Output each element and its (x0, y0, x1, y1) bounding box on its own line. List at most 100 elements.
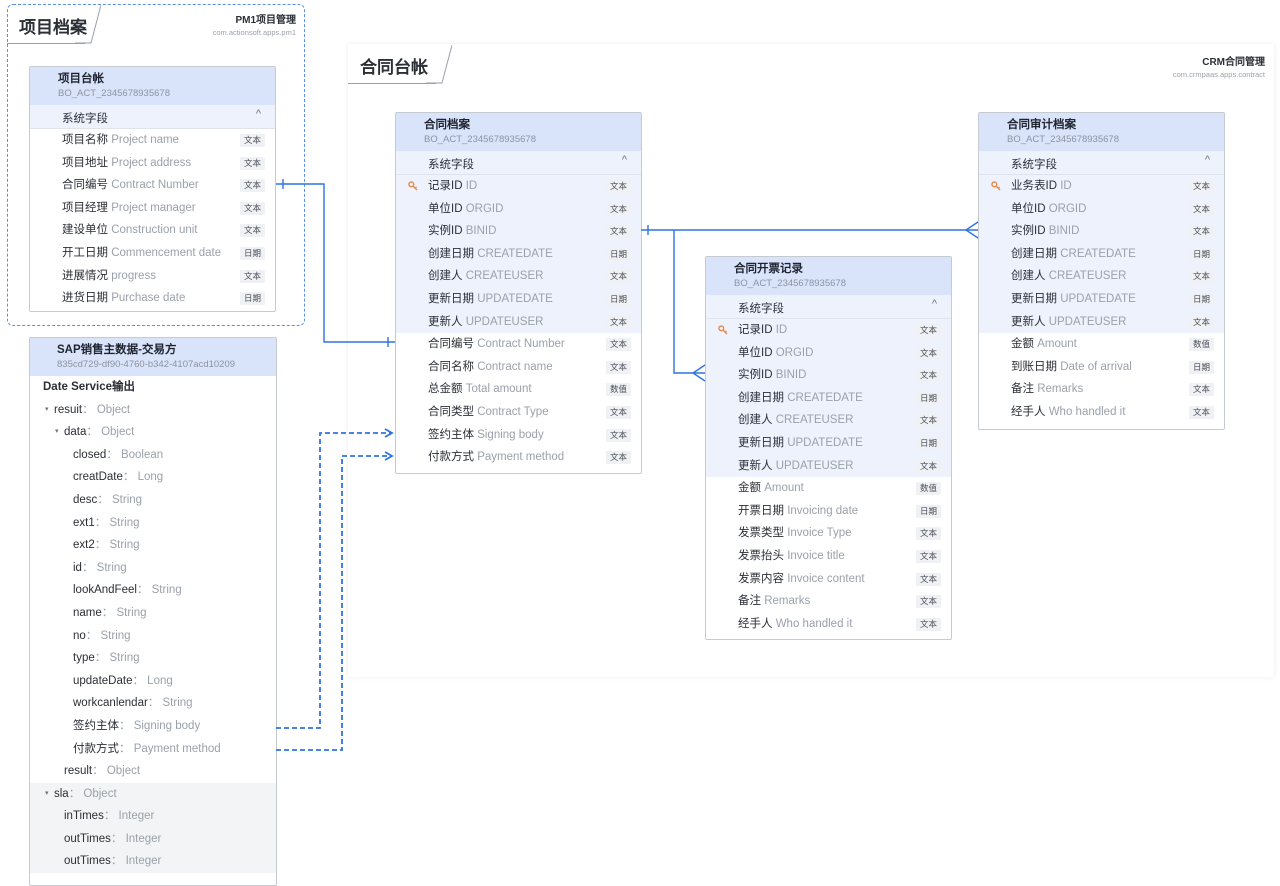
field-row[interactable]: 总金额 Total amount 数值 (396, 378, 641, 401)
tree-node[interactable]: type： String (30, 647, 276, 670)
tree-node-type: String (151, 584, 182, 597)
field-row[interactable]: 创建人 CREATEUSER 文本 (979, 265, 1224, 288)
chevron-up-icon[interactable]: ^ (256, 108, 261, 120)
field-row[interactable]: 开票日期 Invoicing date 日期 (706, 500, 951, 523)
field-row[interactable]: 创建人 CREATEUSER 文本 (396, 265, 641, 288)
field-row[interactable]: 更新人 UPDATEUSER 文本 (396, 310, 641, 334)
field-row[interactable]: 发票抬头 Invoice title 文本 (706, 545, 951, 568)
tree-node[interactable]: ext2： String (30, 534, 276, 557)
tree-node[interactable]: id： String (30, 557, 276, 580)
field-row[interactable]: 项目经理 Project manager 文本 (30, 197, 275, 220)
field-row[interactable]: 创建人 CREATEUSER 文本 (706, 409, 951, 432)
tree-node[interactable]: outTimes： Integer (30, 850, 276, 874)
field-row[interactable]: 发票类型 Invoice Type 文本 (706, 522, 951, 545)
field-row[interactable]: 备注 Remarks 文本 (706, 590, 951, 613)
field-row[interactable]: 合同编号 Contract Number 文本 (30, 174, 275, 197)
system-fields-section[interactable]: 系统字段 ^ (396, 151, 641, 175)
project-ledger-table[interactable]: 项目台帐 BO_ACT_2345678935678 系统字段 ^ 项目名称 Pr… (29, 66, 276, 312)
field-row[interactable]: 项目地址 Project address 文本 (30, 152, 275, 175)
field-row[interactable]: 实例ID BINID 文本 (706, 364, 951, 387)
field-row[interactable]: 经手人 Who handled it 文本 (706, 613, 951, 636)
field-row[interactable]: 创建日期 CREATEDATE 日期 (706, 386, 951, 410)
field-row[interactable]: 业务表ID ID 文本 (979, 175, 1224, 198)
table-header[interactable]: 合同开票记录 BO_ACT_2345678935678 (706, 257, 951, 295)
tree-node[interactable]: updateDate： Long (30, 670, 276, 693)
expand-toggle-icon[interactable]: ▾ (55, 421, 59, 444)
field-row[interactable]: 合同编号 Contract Number 文本 (396, 333, 641, 356)
chevron-up-icon[interactable]: ^ (622, 154, 627, 166)
field-row[interactable]: 合同类型 Contract Type 文本 (396, 401, 641, 424)
field-row[interactable]: 发票内容 Invoice content 文本 (706, 568, 951, 591)
chevron-up-icon[interactable]: ^ (932, 298, 937, 310)
field-row[interactable]: 备注 Remarks 文本 (979, 378, 1224, 401)
tree-node[interactable]: name： String (30, 602, 276, 625)
field-row[interactable]: 单位ID ORGID 文本 (979, 197, 1224, 221)
field-row[interactable]: 金额 Amount 数值 (979, 333, 1224, 356)
field-row[interactable]: 更新日期 UPDATEDATE 日期 (979, 287, 1224, 311)
field-row[interactable]: 更新人 UPDATEUSER 文本 (979, 310, 1224, 334)
sap-header[interactable]: SAP销售主数据-交易方 835cd729-df90-4760-b342-410… (30, 338, 276, 376)
field-row[interactable]: 开工日期 Commencement date 日期 (30, 242, 275, 265)
field-row[interactable]: 进货日期 Purchase date 日期 (30, 287, 275, 310)
audit-archive-table[interactable]: 合同审计档案 BO_ACT_2345678935678 系统字段 ^ 业务表ID… (978, 112, 1225, 430)
tree-node[interactable]: desc： String (30, 489, 276, 512)
field-row[interactable]: 实例ID BINID 文本 (396, 220, 641, 243)
field-row[interactable]: 项目名称 Project name 文本 (30, 129, 275, 152)
tree-node-type: String (162, 697, 193, 710)
field-en-label: Commencement date (111, 246, 222, 259)
field-row[interactable]: 单位ID ORGID 文本 (396, 197, 641, 221)
tree-node[interactable]: inTimes： Integer (30, 805, 276, 828)
chevron-up-icon[interactable]: ^ (1205, 154, 1210, 166)
table-id: BO_ACT_2345678935678 (424, 134, 536, 145)
tree-node[interactable]: ▾ sla： Object (30, 782, 276, 806)
expand-toggle-icon[interactable]: ▾ (45, 783, 49, 806)
table-header[interactable]: 合同审计档案 BO_ACT_2345678935678 (979, 113, 1224, 151)
invoice-record-table[interactable]: 合同开票记录 BO_ACT_2345678935678 系统字段 ^ 记录ID … (705, 256, 952, 640)
tree-node[interactable]: 签约主体： Signing body (30, 715, 276, 738)
system-fields-section[interactable]: 系统字段 ^ (706, 295, 951, 319)
field-row[interactable]: 更新人 UPDATEUSER 文本 (706, 454, 951, 478)
tree-node[interactable]: ext1： String (30, 512, 276, 535)
field-row[interactable]: 签约主体 Signing body 文本 (396, 424, 641, 447)
field-row[interactable]: 创建日期 CREATEDATE 日期 (979, 242, 1224, 266)
tree-node[interactable]: 付款方式： Payment method (30, 738, 276, 761)
table-header[interactable]: 合同档案 BO_ACT_2345678935678 (396, 113, 641, 151)
contract-archive-table[interactable]: 合同档案 BO_ACT_2345678935678 系统字段 ^ 记录ID ID… (395, 112, 642, 474)
field-name: 合同名称 Contract name (428, 356, 553, 379)
project-archive-tab[interactable]: 项目档案 (7, 5, 101, 44)
tree-node[interactable]: outTimes： Integer (30, 827, 276, 851)
field-row[interactable]: 更新日期 UPDATEDATE 日期 (706, 431, 951, 455)
field-row[interactable]: 到账日期 Date of arrival 日期 (979, 356, 1224, 379)
field-row[interactable]: 付款方式 Payment method 文本 (396, 446, 641, 469)
tree-node[interactable]: ▾ data： Object (30, 421, 276, 444)
tree-node-name: 付款方式 (73, 742, 119, 755)
field-row[interactable]: 建设单位 Construction unit 文本 (30, 219, 275, 242)
tree-node[interactable]: closed： Boolean (30, 444, 276, 467)
sap-output-tree: ▾ resuit： Object ▾ data： Object closed： Bool… (30, 399, 276, 874)
field-name: 项目经理 Project manager (62, 197, 196, 220)
field-row[interactable]: 金额 Amount 数值 (706, 477, 951, 500)
field-row[interactable]: 创建日期 CREATEDATE 日期 (396, 242, 641, 266)
system-fields-section[interactable]: 系统字段 ^ (30, 105, 275, 129)
field-en-label: UPDATEDATE (477, 292, 553, 305)
sap-data-service-panel[interactable]: SAP销售主数据-交易方 835cd729-df90-4760-b342-410… (29, 337, 277, 886)
tree-node[interactable]: ▾ resuit： Object (30, 399, 276, 422)
field-row[interactable]: 经手人 Who handled it 文本 (979, 401, 1224, 424)
field-cn-label: 项目地址 (62, 156, 108, 169)
field-row[interactable]: 实例ID BINID 文本 (979, 220, 1224, 243)
field-row[interactable]: 合同名称 Contract name 文本 (396, 356, 641, 379)
field-row[interactable]: 记录ID ID 文本 (396, 175, 641, 198)
system-fields-section[interactable]: 系统字段 ^ (979, 151, 1224, 175)
field-row[interactable]: 进展情况 progress 文本 (30, 265, 275, 288)
tree-node[interactable]: workcanlendar： String (30, 692, 276, 715)
table-header[interactable]: 项目台帐 BO_ACT_2345678935678 (30, 67, 275, 105)
tree-node[interactable]: creatDate： Long (30, 466, 276, 489)
tree-node[interactable]: lookAndFeel： String (30, 579, 276, 602)
tree-node[interactable]: no： String (30, 625, 276, 648)
tree-node[interactable]: result： Object (30, 760, 276, 783)
field-row[interactable]: 记录ID ID 文本 (706, 319, 951, 342)
field-row[interactable]: 更新日期 UPDATEDATE 日期 (396, 287, 641, 311)
contract-ledger-tab[interactable]: 合同台帐 (348, 45, 452, 84)
expand-toggle-icon[interactable]: ▾ (45, 399, 49, 422)
field-row[interactable]: 单位ID ORGID 文本 (706, 341, 951, 365)
